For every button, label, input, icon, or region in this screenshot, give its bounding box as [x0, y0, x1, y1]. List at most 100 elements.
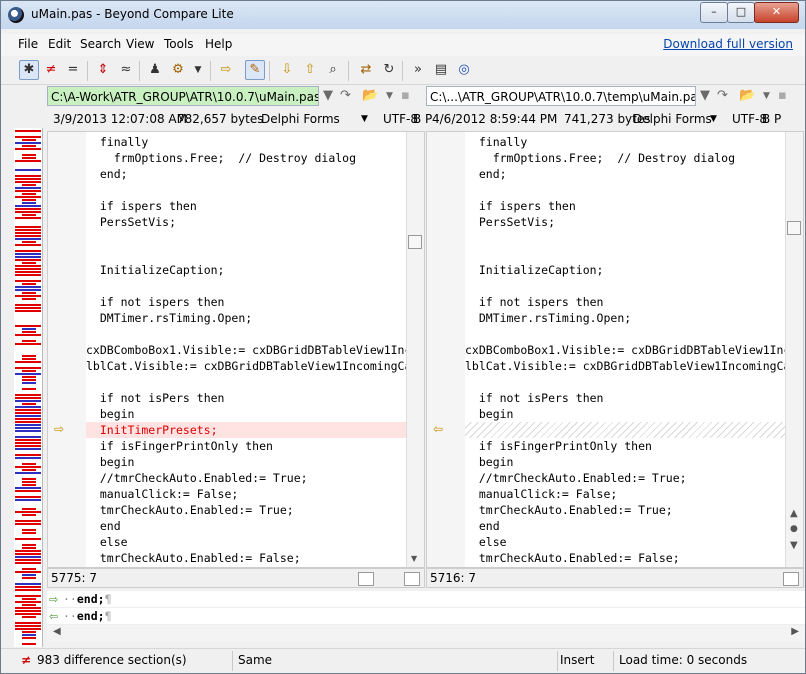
- right-text-pane[interactable]: ⇦ finally frmOptions.Free; // Destroy di…: [426, 131, 804, 568]
- left-code-line[interactable]: if isFingerPrintOnly then: [86, 438, 407, 454]
- right-code-line[interactable]: lblCat.Visible:= cxDBGridDBTableView1Inc…: [465, 358, 803, 374]
- left-code-line[interactable]: finally: [86, 134, 407, 150]
- line-compare-right[interactable]: ⇦ ··end;¶: [47, 608, 805, 625]
- context-icon[interactable]: ⇕: [93, 60, 113, 80]
- left-code-line[interactable]: PersSetVis;: [86, 214, 407, 230]
- left-code-line[interactable]: frmOptions.Free; // Destroy dialog: [86, 150, 407, 166]
- right-code-line[interactable]: //tmrCheckAuto.Enabled:= True;: [465, 470, 786, 486]
- left-code-line[interactable]: [86, 374, 407, 390]
- hscroll-right-icon[interactable]: ▶: [791, 626, 799, 637]
- right-history-icon[interactable]: ↷: [717, 88, 728, 103]
- right-code-line[interactable]: [465, 230, 786, 246]
- left-history-icon[interactable]: ↷: [340, 88, 351, 103]
- line-compare-left[interactable]: ⇨ ··end;¶: [47, 591, 805, 608]
- format-icon[interactable]: ⚙: [168, 60, 188, 80]
- right-code-line[interactable]: cxDBComboBox1.Visible:= cxDBGridDBTableV…: [465, 342, 803, 358]
- left-text-pane[interactable]: ⇨ finally frmOptions.Free; // Destroy di…: [47, 131, 425, 568]
- web-icon[interactable]: ◎: [454, 60, 474, 80]
- close-button[interactable]: ✕: [754, 2, 799, 23]
- menu-edit[interactable]: Edit: [48, 37, 71, 51]
- right-save-icon[interactable]: ▪: [778, 88, 787, 103]
- right-code-line[interactable]: InitializeCaption;: [465, 262, 786, 278]
- right-prev-page-icon[interactable]: ▲: [790, 508, 798, 519]
- right-open-folder-icon[interactable]: 📂: [739, 88, 755, 103]
- left-hscroll-left-icon[interactable]: [358, 572, 374, 586]
- right-code-line[interactable]: finally: [465, 134, 786, 150]
- left-code-line[interactable]: lblCat.Visible:= cxDBGridDBTableView1Inc…: [86, 358, 424, 374]
- left-code-line[interactable]: [86, 278, 407, 294]
- difference-overview-thumbnail[interactable]: [14, 128, 43, 647]
- left-hscroll-right-icon[interactable]: [404, 572, 420, 586]
- diffs-icon[interactable]: ≠: [41, 60, 61, 80]
- edit-icon[interactable]: ✎: [245, 60, 265, 80]
- minor-icon[interactable]: ≈: [116, 60, 136, 80]
- left-code-line[interactable]: [86, 182, 407, 198]
- right-code-area[interactable]: finally frmOptions.Free; // Destroy dial…: [465, 132, 803, 567]
- left-code-line[interactable]: tmrCheckAuto.Enabled:= True;: [86, 502, 407, 518]
- right-next-page-icon[interactable]: ▼: [790, 540, 798, 551]
- left-code-line[interactable]: else: [86, 534, 407, 550]
- right-scroll-thumb[interactable]: [787, 221, 801, 235]
- menu-file[interactable]: File: [18, 37, 38, 51]
- right-code-line[interactable]: frmOptions.Free; // Destroy dialog: [465, 150, 786, 166]
- right-code-line[interactable]: begin: [465, 454, 786, 470]
- format-dropdown-icon[interactable]: ▼: [188, 60, 208, 80]
- right-code-line[interactable]: [465, 182, 786, 198]
- left-path-input[interactable]: C:\A-Work\ATR_GROUP\ATR\10.0.7\uMain.pas: [47, 86, 319, 106]
- list-icon[interactable]: ▤: [431, 60, 451, 80]
- left-save-icon[interactable]: ▪: [401, 88, 410, 103]
- right-code-line[interactable]: if not isPers then: [465, 390, 786, 406]
- left-vertical-scrollbar[interactable]: ▼: [406, 132, 424, 567]
- next-diff-icon[interactable]: ⇧: [300, 60, 320, 80]
- right-path-input[interactable]: C:\...\ATR_GROUP\ATR\10.0.7\temp\uMain.p…: [426, 86, 696, 106]
- swap-icon[interactable]: ⇄: [356, 60, 376, 80]
- right-code-line[interactable]: PersSetVis;: [465, 214, 786, 230]
- prev-diff-icon[interactable]: ⇩: [277, 60, 297, 80]
- right-format-select[interactable]: Delphi Forms: [633, 112, 712, 126]
- left-path-dropdown-icon[interactable]: ▼: [323, 88, 333, 103]
- menu-search[interactable]: Search: [80, 37, 121, 51]
- right-current-icon[interactable]: ●: [790, 524, 798, 534]
- right-code-line[interactable]: [465, 278, 786, 294]
- rules-icon[interactable]: ♟: [145, 60, 165, 80]
- right-code-line[interactable]: manualClick:= False;: [465, 486, 786, 502]
- right-code-line[interactable]: if ispers then: [465, 198, 786, 214]
- menu-view[interactable]: View: [126, 37, 154, 51]
- left-code-line[interactable]: manualClick:= False;: [86, 486, 407, 502]
- hscroll-left-icon[interactable]: ◀: [53, 626, 61, 637]
- right-code-line[interactable]: begin: [465, 406, 786, 422]
- left-code-line[interactable]: [86, 230, 407, 246]
- find-icon[interactable]: ⌕: [323, 60, 343, 80]
- left-code-line[interactable]: end: [86, 518, 407, 534]
- expand-icon[interactable]: »: [408, 60, 428, 80]
- left-code-line[interactable]: begin: [86, 406, 407, 422]
- left-code-line[interactable]: begin: [86, 454, 407, 470]
- left-code-line[interactable]: tmrCheckAuto.Enabled:= False;: [86, 550, 407, 566]
- left-code-line[interactable]: if ispers then: [86, 198, 407, 214]
- left-scroll-thumb[interactable]: [408, 235, 422, 249]
- right-code-line[interactable]: [465, 246, 786, 262]
- right-code-line[interactable]: if not ispers then: [465, 294, 786, 310]
- menu-help[interactable]: Help: [205, 37, 232, 51]
- minimize-button[interactable]: –: [700, 2, 728, 23]
- right-code-line[interactable]: else: [465, 534, 786, 550]
- right-code-line[interactable]: tmrCheckAuto.Enabled:= False;: [465, 550, 786, 566]
- same-icon[interactable]: =: [63, 60, 83, 80]
- menu-tools[interactable]: Tools: [164, 37, 194, 51]
- right-code-line[interactable]: if isFingerPrintOnly then: [465, 438, 786, 454]
- maximize-button[interactable]: □: [727, 2, 755, 23]
- left-code-line[interactable]: [86, 326, 407, 342]
- right-path-dropdown-icon[interactable]: ▼: [700, 88, 710, 103]
- left-code-line[interactable]: DMTimer.rsTiming.Open;: [86, 310, 407, 326]
- left-code-area[interactable]: finally frmOptions.Free; // Destroy dial…: [86, 132, 424, 567]
- right-code-line[interactable]: [465, 374, 786, 390]
- left-code-line[interactable]: InitializeCaption;: [86, 262, 407, 278]
- left-open-folder-icon[interactable]: 📂: [362, 88, 378, 103]
- left-code-line[interactable]: if not ispers then: [86, 294, 407, 310]
- left-format-select[interactable]: Delphi Forms: [261, 112, 340, 126]
- right-vertical-scrollbar[interactable]: ▲ ● ▼: [785, 132, 803, 567]
- compare-horizontal-scrollbar[interactable]: ◀ ▶: [47, 625, 805, 642]
- download-full-version-link[interactable]: Download full version: [663, 37, 793, 51]
- right-code-line[interactable]: [465, 422, 786, 438]
- right-code-line[interactable]: tmrCheckAuto.Enabled:= True;: [465, 502, 786, 518]
